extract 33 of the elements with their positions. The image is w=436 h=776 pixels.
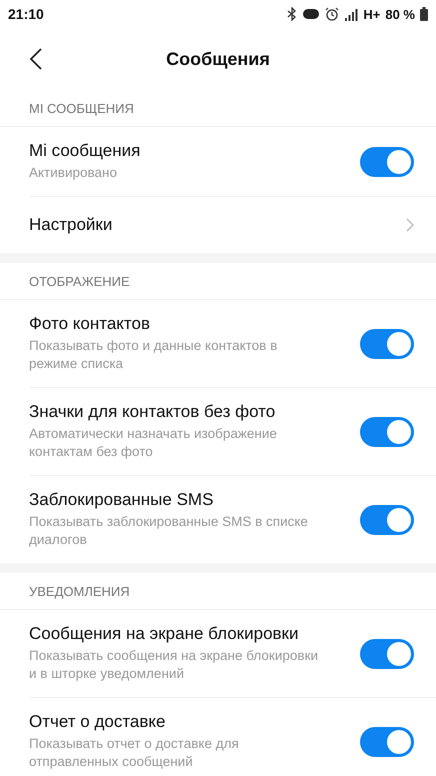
section-header: ОТОБРАЖЕНИЕ — [0, 263, 436, 300]
setting-description: Показывать фото и данные контактов в режиме списка — [29, 337, 278, 373]
setting-title: Mi сообщения — [29, 141, 142, 161]
section-header: MI СООБЩЕНИЯ — [0, 90, 436, 127]
setting-title: Отчет о доставке — [29, 712, 166, 732]
setting-description: Показывать заблокированные SMS в списке диалогов — [29, 513, 309, 549]
toggle-switch[interactable] — [360, 146, 414, 176]
signal-icon — [344, 8, 358, 20]
setting-description: Показывать сообщения на экране блокировки и в шторке уведомлений — [29, 647, 320, 683]
page-title: Сообщения — [166, 48, 270, 70]
toggle-switch[interactable] — [360, 504, 414, 534]
setting-title: Значки для контактов без фото — [29, 402, 276, 422]
toggle-switch[interactable] — [360, 416, 414, 446]
back-button[interactable] — [28, 47, 44, 71]
bluetooth-icon — [287, 7, 298, 21]
setting-title: Заблокированные SMS — [29, 490, 214, 510]
battery-percent: 80 % — [385, 6, 415, 22]
setting-description: Автоматически назначать изображение контактам без фото — [29, 425, 278, 461]
pill-icon — [302, 8, 320, 20]
section-header: УВЕДОМЛЕНИЯ — [0, 573, 436, 610]
network-type: H+ — [363, 6, 380, 22]
battery-icon — [420, 7, 428, 21]
toggle-switch[interactable] — [360, 726, 414, 756]
status-time: 21:10 — [8, 6, 44, 22]
setting-description: Показывать отчет о доставке для отправленных сообщений — [29, 735, 240, 771]
setting-title[interactable]: Настройки — [29, 215, 366, 235]
toggle-switch[interactable] — [360, 328, 414, 358]
setting-description: Активировано — [29, 164, 118, 182]
alarm-icon — [325, 7, 340, 21]
chevron-right-icon — [406, 218, 414, 232]
toggle-switch[interactable] — [360, 638, 414, 668]
setting-title: Сообщения на экране блокировки — [29, 624, 300, 644]
setting-title: Фото контактов — [29, 314, 152, 334]
